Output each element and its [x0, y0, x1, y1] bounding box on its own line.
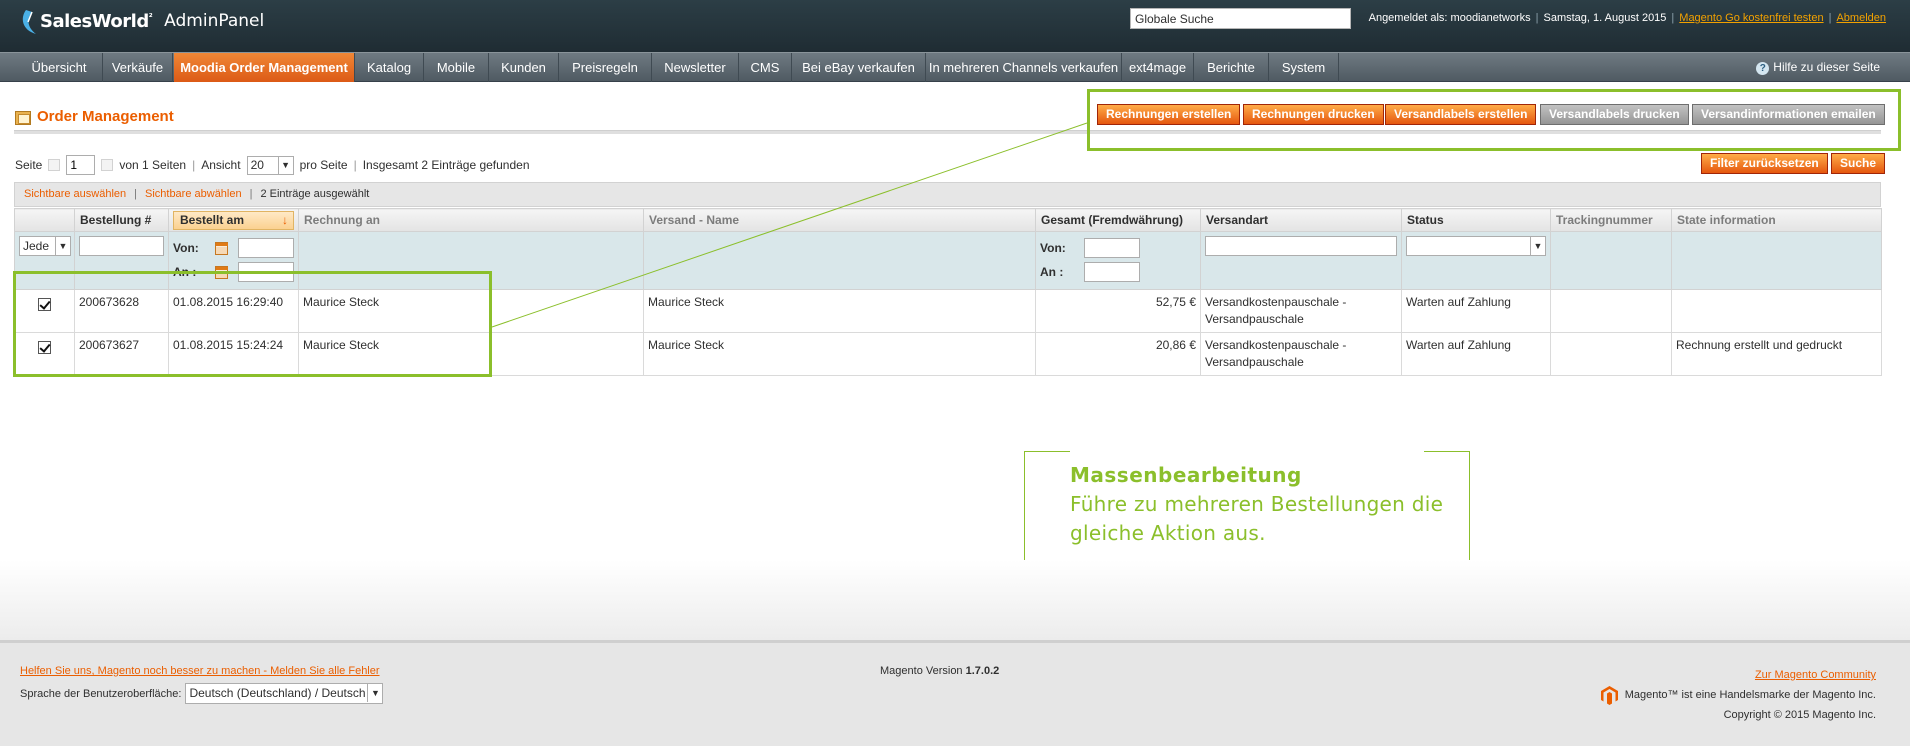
footer-fade [0, 560, 1910, 640]
callout-bracket-left [1024, 451, 1070, 561]
language-select[interactable]: Deutsch (Deutschland) / Deutsch ▼ [185, 683, 384, 704]
callout-box: Massenbearbeitung Führe zu mehreren Best… [1024, 451, 1470, 561]
footer-legal: Zur Magento Community Magento™ ist eine … [1600, 665, 1876, 725]
version-label: Magento Version [880, 665, 963, 677]
trademark-text: Magento™ ist eine Handelsmarke der Magen… [1624, 689, 1876, 701]
callout-title: Massenbearbeitung [1070, 463, 1302, 487]
community-link[interactable]: Zur Magento Community [1755, 669, 1876, 681]
language-switcher: Sprache der Benutzeroberfläche: Deutsch … [20, 683, 384, 704]
magento-logo-icon [1600, 685, 1618, 705]
version-number: 1.7.0.2 [965, 665, 1000, 677]
language-label: Sprache der Benutzeroberfläche: [20, 687, 182, 700]
report-bug-link[interactable]: Helfen Sie uns, Magento noch besser zu m… [20, 665, 380, 677]
callout-line-1: Führe zu mehreren Bestellungen die [1070, 492, 1444, 516]
magento-version: Magento Version 1.7.0.2 [880, 665, 999, 677]
language-value: Deutsch (Deutschland) / Deutsch [189, 686, 366, 700]
copyright-text: Copyright © 2015 Magento Inc. [1723, 709, 1876, 721]
footer: Helfen Sie uns, Magento noch besser zu m… [0, 640, 1910, 746]
callout-line-2: gleiche Aktion aus. [1070, 521, 1266, 545]
chevron-down-icon: ▼ [367, 684, 382, 702]
